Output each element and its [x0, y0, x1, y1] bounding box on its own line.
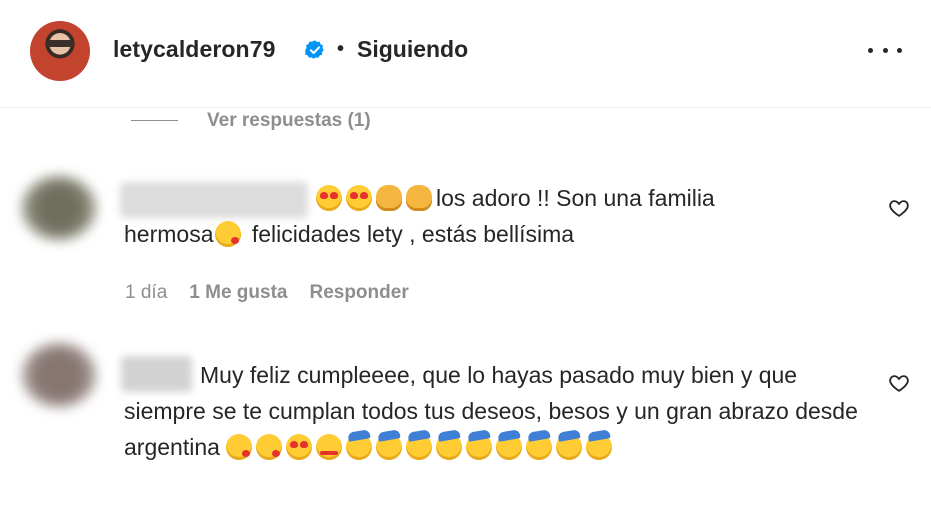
partying-face-emoji-icon	[376, 433, 403, 460]
smiling-hearts-emoji-icon	[316, 433, 343, 460]
separator-dot: •	[337, 38, 345, 60]
partying-face-emoji-icon	[466, 433, 493, 460]
view-replies-button[interactable]: Ver respuestas (1)	[207, 110, 371, 132]
kiss-emoji-icon	[226, 433, 253, 460]
like-heart-icon[interactable]	[888, 197, 910, 219]
comment-meta: 1 día 1 Me gusta Responder	[125, 282, 431, 304]
commenter-avatar[interactable]	[22, 343, 96, 407]
partying-face-emoji-icon	[526, 433, 553, 460]
partying-face-emoji-icon	[556, 433, 583, 460]
comment-text: los adoro !! Son una familia hermosa fel…	[124, 180, 844, 252]
comment-text: Muy feliz cumpleeee, que lo hayas pasado…	[124, 357, 864, 465]
post-header: letycalderon79 • Siguiendo	[0, 0, 931, 108]
partying-face-emoji-icon	[406, 433, 433, 460]
heart-eyes-emoji-icon	[346, 184, 372, 211]
kiss-emoji-icon	[256, 433, 283, 460]
partying-face-emoji-icon	[496, 433, 523, 460]
heart-eyes-emoji-icon	[316, 184, 342, 211]
heart-eyes-emoji-icon	[286, 433, 313, 460]
comment-likes[interactable]: 1 Me gusta	[189, 282, 287, 303]
commenter-avatar[interactable]	[22, 176, 96, 240]
comment-text-line1: los adoro !! Son una familia	[436, 185, 715, 211]
more-options-icon[interactable]	[868, 36, 902, 64]
comment-text-line2b: felicidades lety , estás bellísima	[245, 221, 575, 247]
verified-badge-icon	[305, 40, 324, 59]
reply-button[interactable]: Responder	[309, 282, 408, 303]
username-link[interactable]: letycalderon79	[113, 36, 275, 63]
following-button[interactable]: Siguiendo	[357, 36, 468, 63]
profile-avatar[interactable]	[30, 21, 90, 81]
partying-face-emoji-icon	[586, 433, 613, 460]
clapping-hands-emoji-icon	[406, 184, 432, 211]
clapping-hands-emoji-icon	[376, 184, 402, 211]
partying-face-emoji-icon	[346, 433, 373, 460]
like-heart-icon[interactable]	[888, 372, 910, 394]
kiss-emoji-icon	[215, 220, 242, 247]
partying-face-emoji-icon	[436, 433, 463, 460]
replies-divider	[131, 120, 178, 121]
comment-time[interactable]: 1 día	[125, 282, 167, 303]
comment-text-line2a: hermosa	[124, 221, 214, 247]
